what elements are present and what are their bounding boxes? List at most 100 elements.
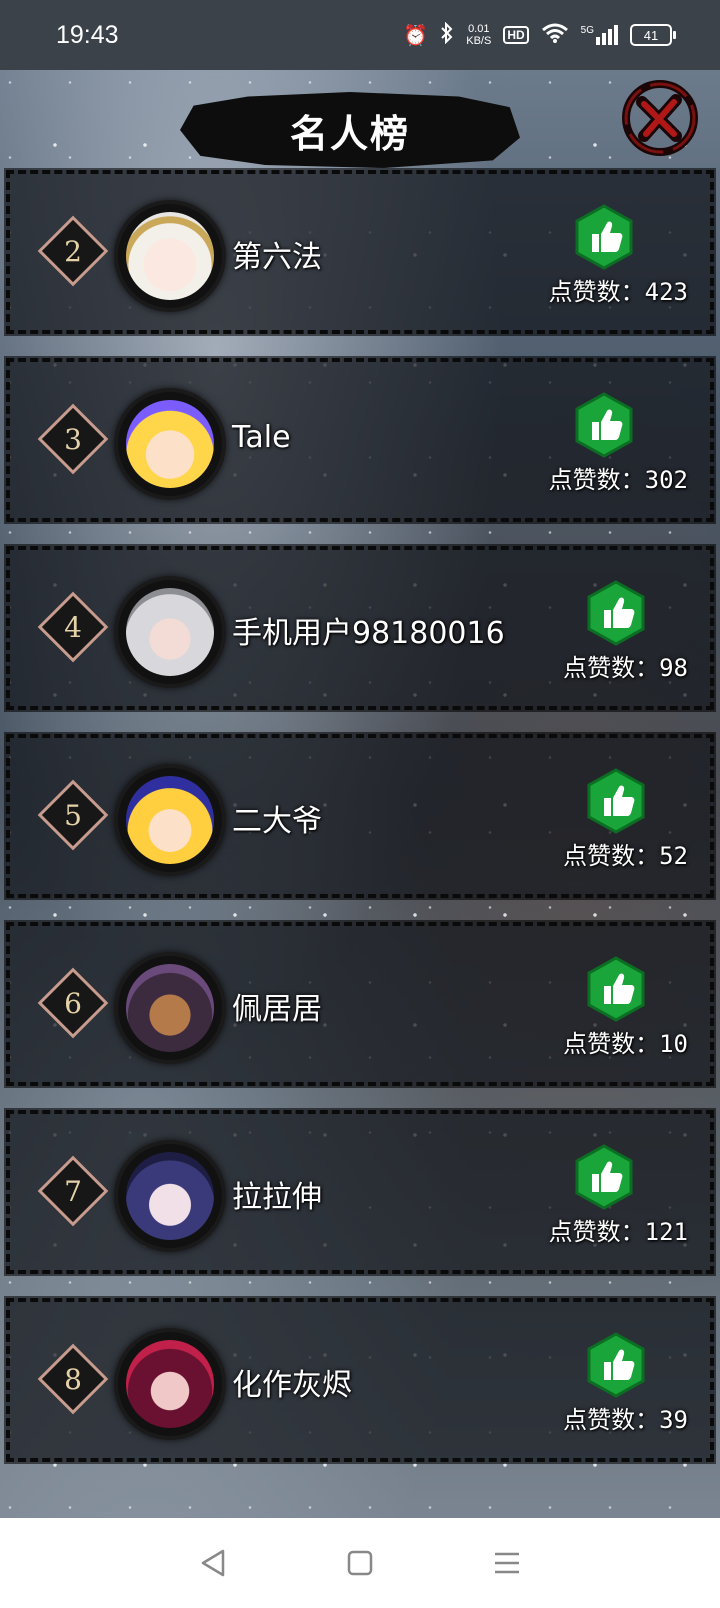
thumbs-up-icon <box>587 580 645 646</box>
rank-badge: 2 <box>37 215 109 287</box>
like-count-label: 点赞数： <box>563 1030 660 1058</box>
leaderboard-row: 3 Tale 点赞数：302 <box>4 356 716 524</box>
avatar-image <box>126 588 214 676</box>
battery-indicator: 41 <box>630 24 676 46</box>
avatar[interactable] <box>118 956 222 1060</box>
like-count-label: 点赞数： <box>548 466 645 494</box>
status-time: 19:43 <box>56 20 119 49</box>
rank-number: 3 <box>64 422 82 456</box>
player-name: 二大爷 <box>232 804 322 839</box>
bluetooth-icon <box>440 21 454 49</box>
rank-badge: 7 <box>37 1155 109 1227</box>
nav-menu-button[interactable] <box>487 1543 527 1583</box>
like-count-value: 302 <box>644 466 688 494</box>
like-button[interactable] <box>586 956 646 1022</box>
rank-number: 7 <box>64 1174 82 1208</box>
rank-badge: 3 <box>37 403 109 475</box>
avatar-image <box>126 212 214 300</box>
like-count: 点赞数：39 <box>563 1400 688 1435</box>
avatar[interactable] <box>118 204 222 308</box>
player-name: 拉拉伸 <box>232 1180 322 1215</box>
leaderboard-row: 4 手机用户98180016 点赞数：98 <box>4 544 716 712</box>
like-count-label: 点赞数： <box>563 842 660 870</box>
avatar-image <box>126 400 214 488</box>
avatar[interactable] <box>118 1144 222 1248</box>
like-count-label: 点赞数： <box>548 1218 645 1246</box>
avatar[interactable] <box>118 768 222 872</box>
rank-number: 6 <box>64 986 82 1020</box>
like-count-label: 点赞数： <box>563 654 660 682</box>
rank-badge: 8 <box>37 1343 109 1415</box>
rank-number: 5 <box>64 798 82 832</box>
like-count: 点赞数：423 <box>549 272 688 307</box>
like-button[interactable] <box>586 768 646 834</box>
like-count: 点赞数：10 <box>563 1024 688 1059</box>
like-count: 点赞数：302 <box>549 460 688 495</box>
player-name: 佩居居 <box>232 992 322 1027</box>
like-count-label: 点赞数： <box>548 278 645 306</box>
like-count-value: 52 <box>659 842 688 870</box>
home-square-icon <box>347 1550 373 1576</box>
like-button[interactable] <box>574 204 634 270</box>
back-triangle-icon <box>202 1549 225 1577</box>
net-speed-unit: KB/S <box>466 35 492 47</box>
net-speed: 0.01 KB/S <box>466 23 491 47</box>
signal-icon: 5G <box>581 25 618 45</box>
avatar[interactable] <box>118 392 222 496</box>
thumbs-up-icon <box>587 768 645 834</box>
like-count-label: 点赞数： <box>563 1406 660 1434</box>
avatar-image <box>126 1152 214 1240</box>
player-name: 手机用户98180016 <box>232 616 505 651</box>
nav-back-button[interactable] <box>193 1543 233 1583</box>
wifi-icon <box>541 22 569 49</box>
rank-badge: 5 <box>37 779 109 851</box>
thumbs-up-icon <box>587 956 645 1022</box>
avatar[interactable] <box>118 580 222 684</box>
leaderboard-row: 7 拉拉伸 点赞数：121 <box>4 1108 716 1276</box>
like-count-value: 423 <box>644 278 688 306</box>
title-banner: 名人榜 <box>180 92 520 168</box>
like-button[interactable] <box>586 580 646 646</box>
thumbs-up-icon <box>575 1144 633 1210</box>
close-icon <box>622 80 698 156</box>
hd-badge: HD <box>503 26 529 44</box>
page-title: 名人榜 <box>289 111 410 156</box>
like-count: 点赞数：121 <box>549 1212 688 1247</box>
menu-lines-icon <box>494 1552 519 1574</box>
like-count-value: 98 <box>659 654 688 682</box>
leaderboard-row: 8 化作灰烬 点赞数：39 <box>4 1296 716 1464</box>
alarm-icon: ⏰ <box>403 23 429 47</box>
thumbs-up-icon <box>575 392 633 458</box>
leaderboard-row: 5 二大爷 点赞数：52 <box>4 732 716 900</box>
leaderboard-row: 6 佩居居 点赞数：10 <box>4 920 716 1088</box>
nav-home-button[interactable] <box>340 1543 380 1583</box>
player-name: 第六法 <box>232 240 322 275</box>
signal-label: 5G <box>580 25 594 36</box>
close-button[interactable] <box>618 78 698 158</box>
status-bar: 19:43 ⏰ 0.01 KB/S HD 5G 41 <box>0 0 720 70</box>
game-screen: 名人榜 2 第六法 点赞数：423 3 Tale 点赞数：302 4 手机用户9… <box>0 70 720 1518</box>
player-name: Tale <box>232 420 291 455</box>
avatar-image <box>126 776 214 864</box>
net-speed-value: 0.01 <box>468 23 490 35</box>
like-count-value: 121 <box>644 1218 688 1246</box>
rank-badge: 6 <box>37 967 109 1039</box>
rank-number: 2 <box>64 234 82 268</box>
like-count: 点赞数：98 <box>563 648 688 683</box>
like-button[interactable] <box>574 392 634 458</box>
thumbs-up-icon <box>575 204 633 270</box>
rank-number: 8 <box>64 1362 82 1396</box>
player-name: 化作灰烬 <box>232 1368 352 1403</box>
system-nav-bar <box>0 1518 720 1608</box>
rank-badge: 4 <box>37 591 109 663</box>
avatar-image <box>126 964 214 1052</box>
rank-number: 4 <box>64 610 82 644</box>
like-button[interactable] <box>586 1332 646 1398</box>
avatar[interactable] <box>118 1332 222 1436</box>
status-icons: ⏰ 0.01 KB/S HD 5G 41 <box>403 21 676 49</box>
like-count-value: 10 <box>659 1030 688 1058</box>
like-button[interactable] <box>574 1144 634 1210</box>
avatar-image <box>126 1340 214 1428</box>
thumbs-up-icon <box>587 1332 645 1398</box>
leaderboard-row: 2 第六法 点赞数：423 <box>4 168 716 336</box>
